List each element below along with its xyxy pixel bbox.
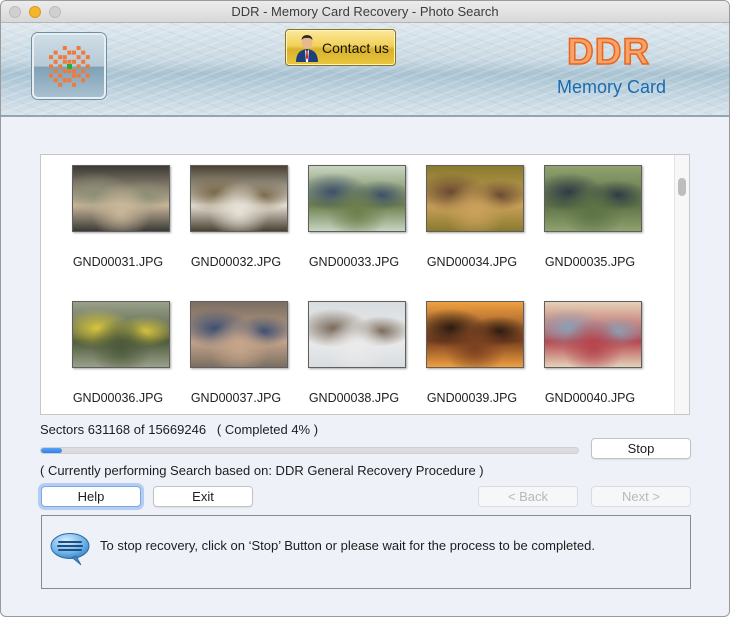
photo-filename: GND00035.JPG — [544, 255, 636, 269]
sectors-total: 15669246 — [148, 422, 207, 437]
photo-filename: GND00036.JPG — [72, 391, 164, 405]
photo-thumbnail[interactable]: GND00039.JPG — [413, 291, 531, 411]
close-window-button[interactable] — [9, 6, 21, 18]
photo-filename: GND00032.JPG — [190, 255, 282, 269]
photo-thumbnail[interactable]: GND00037.JPG — [177, 291, 295, 411]
info-message-box: To stop recovery, click on ‘Stop’ Button… — [41, 515, 691, 589]
photo-thumbnail[interactable]: GND00034.JPG — [413, 155, 531, 275]
recovery-progress-bar — [40, 447, 579, 454]
photo-thumbnail[interactable]: GND00038.JPG — [295, 291, 413, 411]
back-button[interactable]: < Back — [478, 486, 578, 507]
help-button[interactable]: Help — [41, 486, 141, 507]
person-icon — [296, 35, 318, 62]
title-bar: DDR - Memory Card Recovery - Photo Searc… — [1, 1, 729, 23]
photo-filename: GND00040.JPG — [544, 391, 636, 405]
ddr-starburst-logo-icon — [49, 46, 90, 87]
maximize-window-button[interactable] — [49, 6, 61, 18]
photo-preview-image[interactable] — [544, 301, 642, 368]
photo-filename: GND00037.JPG — [190, 391, 282, 405]
app-window: DDR - Memory Card Recovery - Photo Searc… — [0, 0, 730, 617]
vertical-scrollbar[interactable] — [674, 155, 689, 414]
sectors-done: 631168 — [87, 422, 131, 437]
window-title: DDR - Memory Card Recovery - Photo Searc… — [231, 4, 499, 19]
progress-bar-fill — [41, 448, 63, 453]
photo-preview-image[interactable] — [426, 165, 524, 232]
speech-bubble-icon — [50, 533, 90, 566]
contact-us-label: Contact us — [322, 40, 389, 56]
sectors-label: Sectors — [40, 422, 85, 437]
photo-preview-image[interactable] — [426, 301, 524, 368]
photo-preview-image[interactable] — [190, 301, 288, 368]
photo-filename: GND00038.JPG — [308, 391, 400, 405]
photo-thumbnail[interactable]: GND00036.JPG — [59, 291, 177, 411]
photo-preview-image[interactable] — [72, 301, 170, 368]
photo-preview-image[interactable] — [72, 165, 170, 232]
photo-thumbnail[interactable]: GND00035.JPG — [531, 155, 649, 275]
photo-filename: GND00034.JPG — [426, 255, 518, 269]
photo-thumbnail[interactable]: GND00031.JPG — [59, 155, 177, 275]
photo-thumbnail[interactable]: GND00033.JPG — [295, 155, 413, 275]
completed-percent-text: ( Completed 4% ) — [216, 422, 319, 437]
photo-filename: GND00033.JPG — [308, 255, 400, 269]
photo-preview-image[interactable] — [308, 165, 406, 232]
info-message-text: To stop recovery, click on ‘Stop’ Button… — [100, 538, 595, 553]
brand-title: DDR — [566, 30, 651, 73]
scrollbar-thumb[interactable] — [678, 178, 686, 196]
stop-button[interactable]: Stop — [591, 438, 691, 459]
photo-thumbnail[interactable]: GND00040.JPG — [531, 291, 649, 411]
contact-us-button[interactable]: Contact us — [285, 29, 396, 66]
app-logo — [32, 33, 106, 99]
photo-preview-image[interactable] — [544, 165, 642, 232]
photo-preview-image[interactable] — [190, 165, 288, 232]
photo-thumbnail-panel: GND00031.JPG GND00032.JPG GND00033.JPG GND0… — [40, 154, 690, 415]
minimize-window-button[interactable] — [29, 6, 41, 18]
photo-filename: GND00031.JPG — [72, 255, 164, 269]
photo-preview-image[interactable] — [308, 301, 406, 368]
photo-thumbnail[interactable]: GND00032.JPG — [177, 155, 295, 275]
sectors-progress-text: Sectors 631168 of 15669246 ( Completed 4… — [40, 422, 318, 437]
search-procedure-text: ( Currently performing Search based on: … — [40, 463, 484, 478]
next-button[interactable]: Next > — [591, 486, 691, 507]
sectors-of: of — [133, 422, 145, 437]
header-banner: Contact us DDR Memory Card — [1, 23, 729, 117]
thumbnail-grid: GND00031.JPG GND00032.JPG GND00033.JPG GND0… — [41, 155, 675, 414]
exit-button[interactable]: Exit — [153, 486, 253, 507]
brand-subtitle: Memory Card — [557, 77, 667, 97]
photo-filename: GND00039.JPG — [426, 391, 518, 405]
